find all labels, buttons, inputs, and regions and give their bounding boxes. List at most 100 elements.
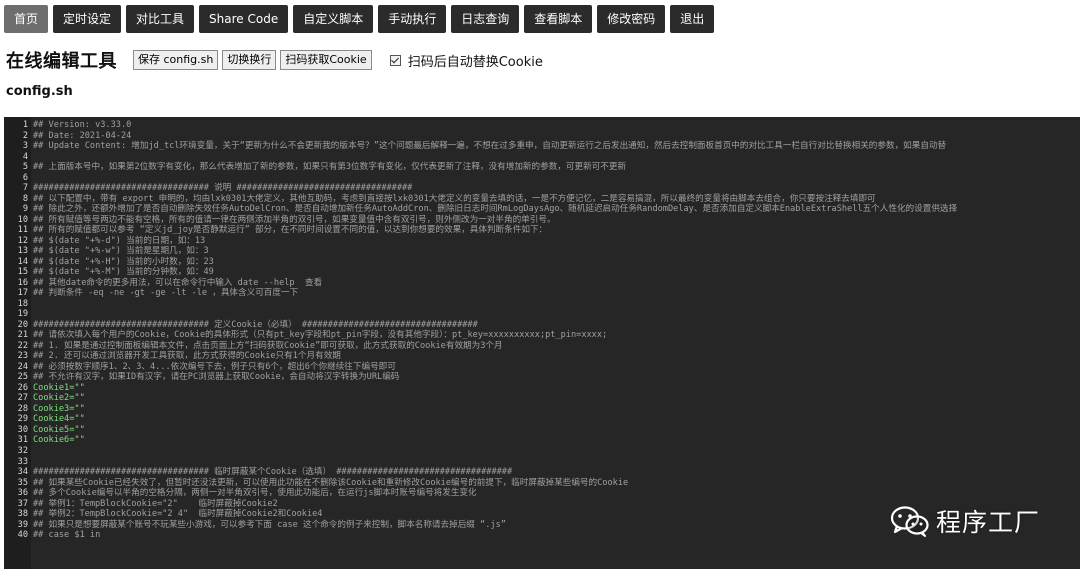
code-text[interactable]: ## 如果只是想要屏蔽某个账号不玩某些小游戏，可以参考下面 case 这个命令的…	[31, 520, 506, 531]
line-number: 21	[17, 330, 28, 341]
code-text[interactable]	[31, 152, 33, 163]
code-text[interactable]: Cookie3=""	[31, 404, 85, 415]
code-line[interactable]: 23 ## 2. 还可以通过浏览器开发工具获取，此方式获得的Cookie只有1个月…	[4, 351, 1080, 362]
nav-button-9[interactable]: 退出	[670, 5, 715, 33]
code-line[interactable]: 15 ## $(date "+%-M") 当前的分钟数，如：49	[4, 267, 1080, 278]
code-line[interactable]: 6	[4, 173, 1080, 184]
code-text[interactable]	[31, 457, 33, 468]
code-line[interactable]: 17 ## 判断条件 -eq -ne -gt -ge -lt -le ，具体含义可…	[4, 288, 1080, 299]
code-text[interactable]: ## 2. 还可以通过浏览器开发工具获取，此方式获得的Cookie只有1个月有效…	[31, 351, 341, 362]
code-line[interactable]: 18	[4, 299, 1080, 310]
code-text[interactable]: ## 举例2：TempBlockCookie="2 4" 临时屏蔽掉Cookie…	[31, 509, 322, 520]
code-line[interactable]: 30 Cookie5=""	[4, 425, 1080, 436]
nav-button-8[interactable]: 修改密码	[597, 5, 666, 33]
code-text[interactable]: ## 请依次填入每个用户的Cookie，Cookie的具体形式（只有pt_key…	[31, 330, 607, 341]
code-text[interactable]: ## 判断条件 -eq -ne -gt -ge -lt -le ，具体含义可百度…	[31, 288, 298, 299]
code-line[interactable]: 36 ## 多个Cookie编号以半角的空格分隔，两侧一对半角双引号，使用此功能后…	[4, 488, 1080, 499]
code-text[interactable]: ## 除此之外，还额外增加了是否自动删除失效任务AutoDelCron、是否自动…	[31, 204, 957, 215]
code-text[interactable]: Cookie2=""	[31, 393, 85, 404]
code-line[interactable]: 26 Cookie1=""	[4, 383, 1080, 394]
code-lines[interactable]: 1 ## Version: v3.33.0 2 ## Date: 2021-04-24…	[4, 120, 1080, 541]
code-line[interactable]: 13 ## $(date "+%-w") 当前是星期几，如：3	[4, 246, 1080, 257]
line-number: 5	[22, 162, 28, 173]
code-text[interactable]: ## Update Content: 增加jd_tcl环境变量，关于“更新为什么…	[31, 141, 946, 152]
code-text[interactable]: ################################## 定义Coo…	[31, 320, 478, 331]
code-text[interactable]: ## $(date "+%-w") 当前是星期几，如：3	[31, 246, 209, 257]
code-text[interactable]: Cookie4=""	[31, 414, 85, 425]
code-line[interactable]: 28 Cookie3=""	[4, 404, 1080, 415]
nav-button-6[interactable]: 日志查询	[451, 5, 520, 33]
line-number: 9	[22, 204, 28, 215]
code-line[interactable]: 31 Cookie6=""	[4, 435, 1080, 446]
nav-button-1[interactable]: 定时设定	[53, 5, 122, 33]
code-line[interactable]: 5 ## 上面版本号中，如果第2位数字有变化，那么代表增加了新的参数，如果只有第3…	[4, 162, 1080, 173]
code-line[interactable]: 32	[4, 446, 1080, 457]
code-text[interactable]: ## $(date "+%-M") 当前的分钟数，如：49	[31, 267, 214, 278]
code-text[interactable]: ## 所有赋值等号两边不能有空格，所有的值请一律在两侧添加半角的双引号，如果变量…	[31, 215, 556, 226]
code-text[interactable]: ################################## 说明 ##…	[31, 183, 412, 194]
code-text[interactable]: Cookie5=""	[31, 425, 85, 436]
line-number: 30	[17, 424, 28, 435]
code-text[interactable]: ## 所有的赋值都可以参考 “定义jd_joy是否静默运行” 部分，在不同时间设…	[31, 225, 547, 236]
scan-cookie-button[interactable]: 扫码获取Cookie	[280, 50, 372, 70]
code-text[interactable]: ## $(date "+%-d") 当前的日期，如：13	[31, 236, 205, 247]
code-line[interactable]: 10 ## 所有赋值等号两边不能有空格，所有的值请一律在两侧添加半角的双引号，如果…	[4, 215, 1080, 226]
code-line[interactable]: 34 ################################## 临时屏…	[4, 467, 1080, 478]
nav-button-0[interactable]: 首页	[4, 5, 49, 33]
code-line[interactable]: 19	[4, 309, 1080, 320]
code-text[interactable]: Cookie6=""	[31, 435, 85, 446]
toggle-wrap-button[interactable]: 切换换行	[222, 50, 277, 70]
line-number: 37	[17, 498, 28, 509]
code-line[interactable]: 3 ## Update Content: 增加jd_tcl环境变量，关于“更新为什…	[4, 141, 1080, 152]
code-line[interactable]: 8 ## 以下配置中，带有 export 申明的，均由lxk0301大佬定义，其他…	[4, 194, 1080, 205]
code-line[interactable]: 16 ## 其他date命令的更多用法，可以在命令行中输入 date --help…	[4, 278, 1080, 289]
code-text[interactable]: ## 其他date命令的更多用法，可以在命令行中输入 date --help 查…	[31, 278, 322, 289]
code-text[interactable]: ## Version: v3.33.0	[31, 120, 131, 131]
code-line[interactable]: 33	[4, 457, 1080, 468]
code-line[interactable]: 4	[4, 152, 1080, 163]
code-text[interactable]: ## 如果某些Cookie已经失效了，但暂时还没法更新，可以使用此功能在不删除该…	[31, 478, 628, 489]
code-text[interactable]	[31, 299, 33, 310]
nav-button-7[interactable]: 查看脚本	[524, 5, 593, 33]
code-editor[interactable]: 1 ## Version: v3.33.0 2 ## Date: 2021-04-24…	[4, 117, 1080, 569]
code-line[interactable]: 2 ## Date: 2021-04-24	[4, 131, 1080, 142]
auto-replace-option[interactable]: 扫码后自动替换Cookie	[389, 51, 543, 70]
code-text[interactable]: ## 1. 如果是通过控制面板编辑本文件，点击页面上方“扫码获取Cookie”即…	[31, 341, 503, 352]
code-text[interactable]	[31, 309, 33, 320]
code-line[interactable]: 12 ## $(date "+%-d") 当前的日期，如：13	[4, 236, 1080, 247]
code-line[interactable]: 29 Cookie4=""	[4, 414, 1080, 425]
nav-button-4[interactable]: 自定义脚本	[293, 5, 374, 33]
code-line[interactable]: 7 ################################## 说明 #…	[4, 183, 1080, 194]
code-line[interactable]: 21 ## 请依次填入每个用户的Cookie，Cookie的具体形式（只有pt_k…	[4, 330, 1080, 341]
code-line[interactable]: 1 ## Version: v3.33.0	[4, 120, 1080, 131]
nav-button-2[interactable]: 对比工具	[126, 5, 195, 33]
nav-button-5[interactable]: 手动执行	[378, 5, 447, 33]
code-text[interactable]: ## $(date "+%-H") 当前的小时数，如：23	[31, 257, 214, 268]
code-text[interactable]: ## case $1 in	[31, 530, 100, 541]
code-line[interactable]: 22 ## 1. 如果是通过控制面板编辑本文件，点击页面上方“扫码获取Cookie…	[4, 341, 1080, 352]
code-line[interactable]: 9 ## 除此之外，还额外增加了是否自动删除失效任务AutoDelCron、是否自…	[4, 204, 1080, 215]
code-line[interactable]: 35 ## 如果某些Cookie已经失效了，但暂时还没法更新，可以使用此功能在不删…	[4, 478, 1080, 489]
code-text[interactable]: ## 不允许有汉字，如果ID有汉字，请在PC浏览器上获取Cookie，会自动将汉…	[31, 372, 399, 383]
code-text[interactable]: ## 上面版本号中，如果第2位数字有变化，那么代表增加了新的参数，如果只有第3位…	[31, 162, 626, 173]
line-number: 1	[22, 120, 28, 130]
code-text[interactable]: ################################## 临时屏蔽某…	[31, 467, 512, 478]
code-text[interactable]: ## Date: 2021-04-24	[31, 131, 131, 142]
code-text[interactable]	[31, 446, 33, 457]
code-text[interactable]: ## 举例1：TempBlockCookie="2" 临时屏蔽掉Cookie2	[31, 499, 278, 510]
code-line[interactable]: 25 ## 不允许有汉字，如果ID有汉字，请在PC浏览器上获取Cookie，会自动…	[4, 372, 1080, 383]
code-text[interactable]: ## 必须按数字顺序1、2、3、4...依次编号下去，例子只有6个，超出6个你继…	[31, 362, 396, 373]
code-text[interactable]	[31, 173, 33, 184]
code-line[interactable]: 14 ## $(date "+%-H") 当前的小时数，如：23	[4, 257, 1080, 268]
code-line[interactable]: 27 Cookie2=""	[4, 393, 1080, 404]
auto-replace-checkbox[interactable]	[389, 54, 401, 66]
code-line[interactable]: 24 ## 必须按数字顺序1、2、3、4...依次编号下去，例子只有6个，超出6个…	[4, 362, 1080, 373]
nav-button-3[interactable]: Share Code	[199, 5, 289, 33]
save-config-button[interactable]: 保存 config.sh	[133, 50, 219, 70]
code-text[interactable]: ## 以下配置中，带有 export 申明的，均由lxk0301大佬定义，其他互…	[31, 194, 876, 205]
code-line[interactable]: 11 ## 所有的赋值都可以参考 “定义jd_joy是否静默运行” 部分，在不同时…	[4, 225, 1080, 236]
code-text[interactable]: Cookie1=""	[31, 383, 85, 394]
code-line[interactable]: 20 ################################## 定义C…	[4, 320, 1080, 331]
code-text[interactable]: ## 多个Cookie编号以半角的空格分隔，两侧一对半角双引号，使用此功能后，在…	[31, 488, 477, 499]
line-number: 12	[17, 235, 28, 246]
